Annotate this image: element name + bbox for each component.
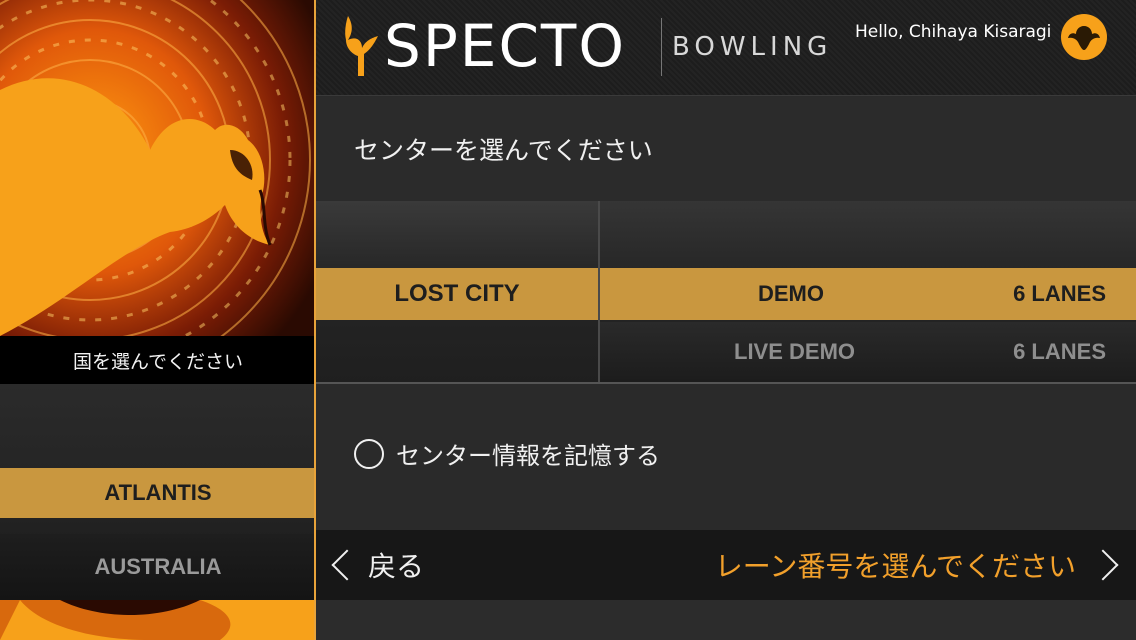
center-title: センターを選んでください	[316, 97, 1136, 201]
center-column[interactable]: DEMO 6 LANES LIVE DEMO 6 LANES	[598, 201, 1136, 383]
next-label: レーン番号を選んでください	[714, 550, 1076, 583]
bottom-strip	[316, 600, 1136, 640]
brand-name: SPECTO	[384, 12, 627, 80]
country-item-atlantis[interactable]: ATLANTIS	[0, 468, 316, 518]
center-name: LIVE DEMO	[734, 339, 856, 364]
country-item-australia[interactable]: AUSTRALIA	[0, 534, 316, 600]
center-lanes: 6 LANES	[1013, 339, 1106, 364]
footer-nav: 戻る レーン番号を選んでください	[316, 530, 1136, 600]
app-header: SPECTO BOWLING Hello, Chihaya Kisaragi	[316, 0, 1136, 96]
phoenix-logo-icon	[344, 14, 380, 80]
area-item-lost-city[interactable]: LOST CITY	[316, 268, 598, 320]
area-column[interactable]: LOST CITY	[316, 201, 598, 383]
brand-separator	[661, 18, 662, 76]
picker-border	[316, 382, 1136, 384]
phoenix-artwork-bottom	[0, 600, 316, 640]
next-button[interactable]: レーン番号を選んでください	[715, 530, 1120, 600]
center-item-demo[interactable]: DEMO 6 LANES	[600, 268, 1136, 320]
center-picker[interactable]: LOST CITY DEMO 6 LANES LIVE DEMO 6 LANES	[316, 201, 1136, 384]
remember-label: センター情報を記憶する	[396, 442, 660, 470]
phoenix-icon[interactable]	[1061, 14, 1107, 60]
center-lanes: 6 LANES	[1013, 281, 1106, 306]
radio-icon[interactable]	[354, 438, 384, 469]
back-button[interactable]: 戻る	[328, 530, 424, 600]
center-item-live-demo[interactable]: LIVE DEMO 6 LANES	[600, 322, 1136, 382]
back-label: 戻る	[368, 550, 425, 583]
country-title: 国を選んでください	[0, 336, 316, 384]
country-list[interactable]: ATLANTIS AUSTRALIA	[0, 384, 316, 600]
chevron-right-icon	[1087, 549, 1119, 581]
phoenix-artwork	[0, 0, 316, 336]
country-panel: 国を選んでください ATLANTIS AUSTRALIA	[0, 0, 316, 640]
chevron-left-icon	[331, 549, 363, 581]
brand-subtitle: BOWLING	[672, 32, 833, 62]
user-greeting: Hello, Chihaya Kisaragi	[855, 22, 1052, 42]
remember-center-checkbox[interactable]: センター情報を記憶する	[354, 436, 660, 471]
center-name: DEMO	[758, 281, 824, 306]
